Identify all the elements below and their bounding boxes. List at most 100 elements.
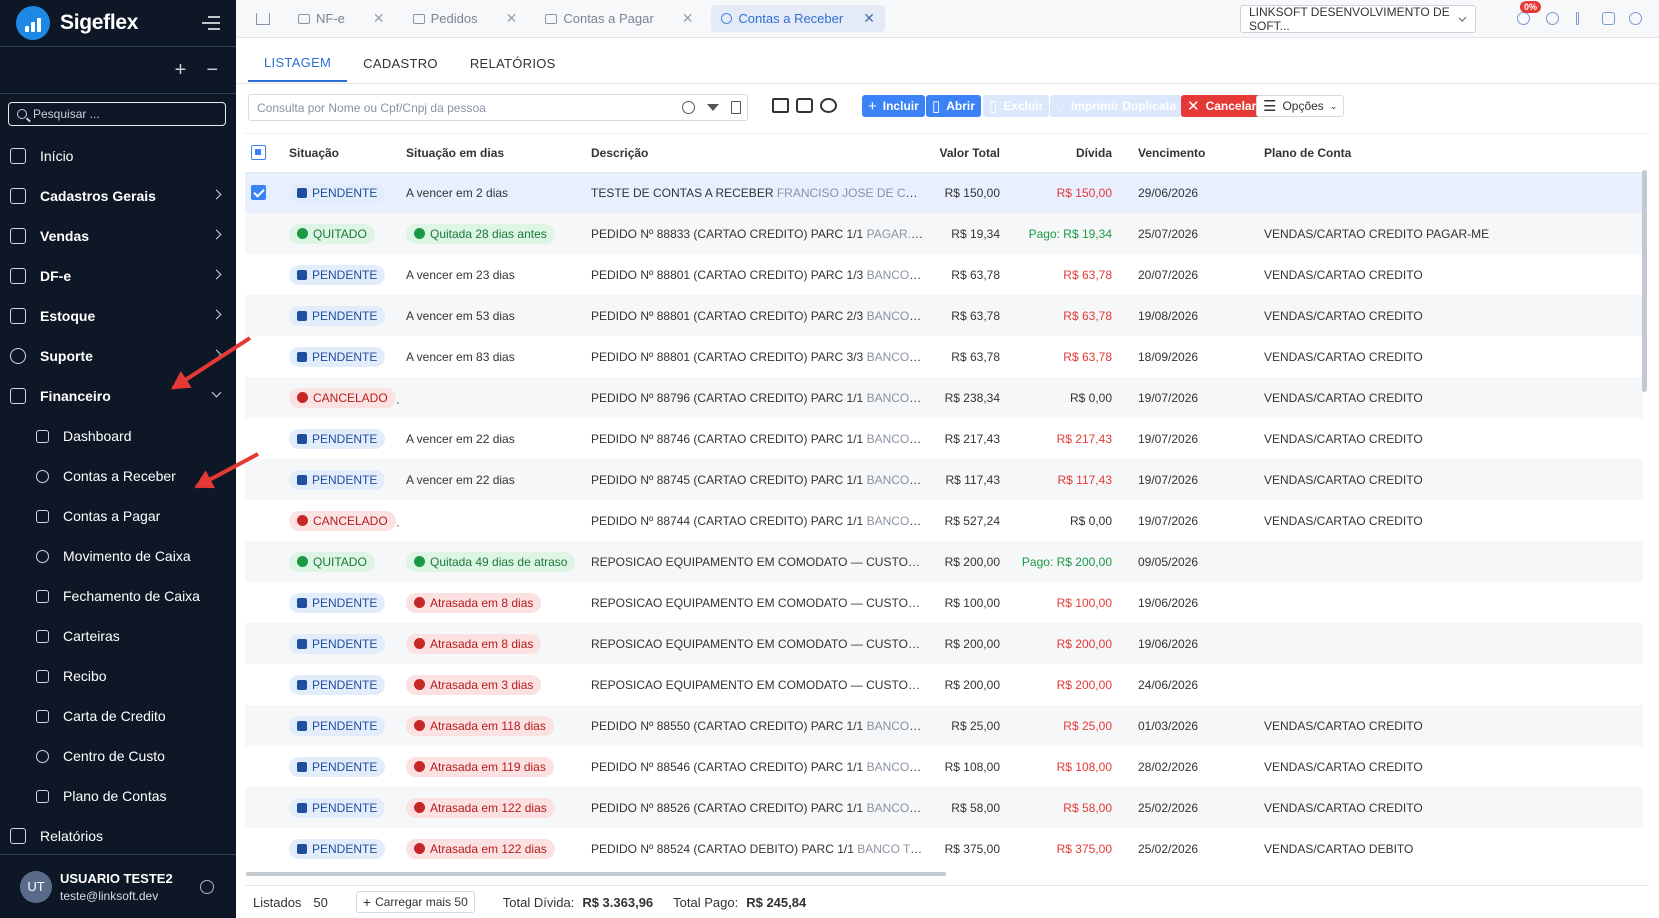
sidebar-item-relatorios[interactable]: Relatórios (0, 816, 236, 856)
help-icon[interactable] (1546, 12, 1559, 25)
sidebar-sub-contas-a-pagar[interactable]: Contas a Pagar (0, 496, 236, 536)
row-select-cell[interactable] (245, 336, 283, 377)
tab-relatorios[interactable]: RELATÓRIOS (454, 44, 572, 82)
table-row[interactable]: CANCELADO PEDIDO Nº 88796 (CARTAO CREDITO… (245, 377, 1643, 418)
table-row[interactable]: PENDENTE A vencer em 83 dias PEDIDO Nº 888… (245, 336, 1643, 377)
col-situacao[interactable]: Situação (283, 134, 400, 173)
filter-icon[interactable] (707, 104, 719, 111)
select-all-cell[interactable] (245, 134, 283, 173)
row-select-cell[interactable] (245, 828, 283, 869)
gear-icon[interactable] (1629, 12, 1642, 25)
table-row[interactable]: PENDENTE Atrasada em 122 dias PEDIDO Nº 88… (245, 787, 1643, 828)
row-select-cell[interactable] (245, 254, 283, 295)
table-row[interactable]: PENDENTE Atrasada em 118 dias PEDIDO Nº 88… (245, 705, 1643, 746)
col-valor-total[interactable]: Valor Total (930, 134, 1006, 173)
sidebar-item-vendas[interactable]: Vendas (0, 216, 236, 256)
notification-icon[interactable] (1517, 12, 1530, 25)
row-checkbox[interactable] (251, 185, 266, 201)
tab-pedidos[interactable]: Pedidos ✕ (403, 5, 528, 32)
chart-pie-icon[interactable] (820, 98, 837, 113)
sidebar-sub-movimento-de-caixa[interactable]: Movimento de Caixa (0, 536, 236, 576)
row-select-cell[interactable] (245, 213, 283, 254)
row-select-cell[interactable] (245, 787, 283, 828)
table-row[interactable]: PENDENTE Atrasada em 8 dias REPOSICAO EQUI… (245, 623, 1643, 664)
table-row[interactable]: PENDENTE Atrasada em 122 dias PEDIDO Nº 88… (245, 828, 1643, 869)
sidebar-sub-recibo[interactable]: Recibo (0, 656, 236, 696)
more-vertical-icon[interactable] (1576, 12, 1579, 25)
excluir-button[interactable]: ▯ Excluir (983, 95, 1050, 117)
collapse-all-icon[interactable]: − (206, 59, 218, 82)
close-icon[interactable]: ✕ (863, 10, 875, 27)
close-icon[interactable]: ✕ (373, 10, 385, 27)
row-select-cell[interactable] (245, 623, 283, 664)
table-row[interactable]: CANCELADO PEDIDO Nº 88744 (CARTAO CREDITO… (245, 500, 1643, 541)
table-row[interactable]: QUITADO Quitada 49 dias de atraso REPOSICA… (245, 541, 1643, 582)
sidebar-item-estoque[interactable]: Estoque (0, 296, 236, 336)
company-select[interactable]: LINKSOFT DESENVOLVIMENTO DE SOFT... (1240, 5, 1476, 33)
col-plano-de-conta[interactable]: Plano de Conta (1258, 134, 1643, 173)
row-select-cell[interactable] (245, 500, 283, 541)
table-row[interactable]: PENDENTE A vencer em 22 dias PEDIDO Nº 887… (245, 459, 1643, 500)
imprimir-duplicata-button[interactable]: ◌ Imprimir Duplicata (1050, 95, 1183, 117)
horizontal-scrollbar[interactable] (246, 872, 946, 876)
table-row[interactable]: PENDENTE Atrasada em 119 dias PEDIDO Nº 88… (245, 746, 1643, 787)
sidebar-sub-dashboard[interactable]: Dashboard (0, 416, 236, 456)
row-select-cell[interactable] (245, 418, 283, 459)
expand-all-icon[interactable]: + (175, 59, 187, 82)
sidebar-sub-carta-de-credito[interactable]: Carta de Credito (0, 696, 236, 736)
user-bar[interactable]: UT USUARIO TESTE2 teste@linksoft.dev (0, 854, 236, 918)
row-select-cell[interactable] (245, 295, 283, 336)
col-situacao-dias[interactable]: Situação em dias (400, 134, 585, 173)
search-icon[interactable] (682, 101, 695, 114)
tab-contas-a-receber[interactable]: Contas a Receber ✕ (711, 5, 885, 32)
tab-cadastro[interactable]: CADASTRO (347, 44, 454, 82)
load-more-button[interactable]: + Carregar mais 50 (355, 891, 475, 913)
row-select-cell[interactable] (245, 705, 283, 746)
row-select-cell[interactable] (245, 459, 283, 500)
table-row[interactable]: PENDENTE A vencer em 53 dias PEDIDO Nº 888… (245, 295, 1643, 336)
select-all-checkbox[interactable] (251, 145, 266, 161)
table-row[interactable]: PENDENTE A vencer em 2 dias TESTE DE CONTA… (245, 172, 1643, 213)
col-descricao[interactable]: Descrição (585, 134, 930, 173)
row-select-cell[interactable] (245, 664, 283, 705)
table-row[interactable]: PENDENTE Atrasada em 8 dias REPOSICAO EQUI… (245, 582, 1643, 623)
abrir-button[interactable]: ▯ Abrir (926, 95, 981, 117)
print-icon[interactable] (796, 98, 813, 113)
printer-icon[interactable] (1602, 12, 1615, 25)
sidebar-search-input[interactable]: Pesquisar ... (8, 102, 226, 126)
tab-listagem[interactable]: LISTAGEM (248, 44, 348, 82)
close-icon[interactable]: ✕ (506, 10, 518, 27)
incluir-button[interactable]: + Incluir (862, 95, 925, 117)
cancelar-button[interactable]: ✕ Cancelar (1181, 95, 1263, 117)
row-select-cell[interactable] (245, 377, 283, 418)
search-input[interactable] (257, 100, 676, 115)
table-row[interactable]: PENDENTE A vencer em 23 dias PEDIDO Nº 888… (245, 254, 1643, 295)
sidebar-sub-carteiras[interactable]: Carteiras (0, 616, 236, 656)
collapse-sidebar-icon[interactable] (202, 16, 220, 30)
sidebar-sub-fechamento-de-caixa[interactable]: Fechamento de Caixa (0, 576, 236, 616)
sidebar-item-financeiro[interactable]: Financeiro (0, 376, 236, 416)
user-settings-icon[interactable] (200, 879, 214, 894)
home-icon[interactable] (256, 12, 270, 25)
table-row[interactable]: PENDENTE A vencer em 22 dias PEDIDO Nº 887… (245, 418, 1643, 459)
row-select-cell[interactable] (245, 541, 283, 582)
sidebar-item-inicio[interactable]: Início (0, 136, 236, 176)
col-divida[interactable]: Dívida (1006, 134, 1118, 173)
sidebar-item-dfe[interactable]: DF-e (0, 256, 236, 296)
col-vencimento[interactable]: Vencimento (1118, 134, 1258, 173)
tab-contas-a-pagar[interactable]: Contas a Pagar ✕ (535, 5, 703, 32)
sidebar-item-cadastros-gerais[interactable]: Cadastros Gerais (0, 176, 236, 216)
bookmark-icon[interactable] (731, 101, 741, 114)
opcoes-button[interactable]: ☰ Opções ⌄ (1256, 95, 1345, 117)
row-select-cell[interactable] (245, 172, 283, 213)
sidebar-sub-centro-de-custo[interactable]: Centro de Custo (0, 736, 236, 776)
table-row[interactable]: PENDENTE Atrasada em 3 dias REPOSICAO EQUI… (245, 664, 1643, 705)
tab-nfe[interactable]: NF-e ✕ (288, 5, 395, 32)
row-select-cell[interactable] (245, 582, 283, 623)
vertical-scrollbar[interactable] (1642, 170, 1647, 392)
row-select-cell[interactable] (245, 746, 283, 787)
close-icon[interactable]: ✕ (682, 10, 694, 27)
table-view-icon[interactable] (772, 98, 789, 113)
sidebar-sub-plano-de-contas[interactable]: Plano de Contas (0, 776, 236, 816)
table-row[interactable]: QUITADO Quitada 28 dias antes PEDIDO Nº 88… (245, 213, 1643, 254)
